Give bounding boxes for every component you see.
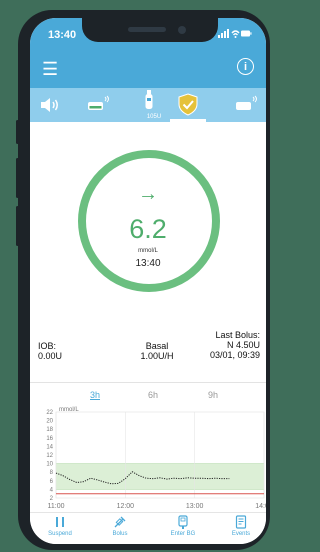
glucose-value: 6.2 (129, 214, 167, 244)
active-tab-indicator (170, 119, 206, 122)
iob-label: IOB: (38, 341, 57, 351)
y-tick-label: 8 (50, 470, 54, 476)
basal-block: Basal 1.00U/H (122, 341, 192, 361)
menu-icon[interactable]: ☰ (42, 60, 58, 78)
iob-value: 0.00U (38, 351, 63, 361)
tab-6h[interactable]: 6h (148, 390, 158, 400)
y-tick-label: 10 (46, 462, 53, 468)
y-tick-label: 14 (46, 444, 53, 450)
y-tick-label: 2 (50, 496, 54, 502)
reservoir-label: 105U (146, 114, 162, 120)
target-range-band (56, 463, 264, 490)
device-status-bar: 105U (30, 88, 266, 122)
basal-value: 1.00U/H (140, 351, 174, 361)
blood-meter-icon (163, 515, 203, 531)
glucose-chart: 11:00 12:00 13:00 14:00 2 4 6 8 10 12 14 16 18 20 22 mm… (46, 407, 266, 510)
y-axis-unit: mmol/L (59, 407, 79, 413)
last-bolus-amount: N 4.50U (226, 340, 260, 350)
events-button[interactable]: Events (221, 515, 261, 537)
x-tick-label: 14:00 (255, 503, 266, 510)
basal-label: Basal (145, 341, 169, 351)
y-tick-label: 12 (46, 453, 53, 459)
volume-icon[interactable] (40, 97, 60, 131)
glucose-unit: mmol/L (138, 248, 158, 254)
x-tick-label: 12:00 (117, 503, 135, 510)
y-tick-label: 22 (46, 410, 53, 416)
last-bolus-block: Last Bolus: N 4.50U 03/01, 09:39 (210, 330, 260, 360)
enter-bg-button[interactable]: Enter BG (163, 515, 203, 537)
events-icon (221, 515, 261, 531)
notch (82, 18, 218, 42)
syringe-icon (100, 515, 140, 531)
suspend-label: Suspend (48, 531, 72, 537)
insulin-reservoir-icon[interactable]: 105U (144, 90, 161, 124)
iob-block: IOB: 0.00U (38, 341, 62, 361)
pump-battery-icon[interactable] (87, 95, 111, 129)
tab-3h[interactable]: 3h (90, 390, 100, 400)
bolus-label: Bolus (112, 531, 128, 537)
divider (30, 382, 266, 383)
y-tick-label: 6 (50, 479, 54, 485)
tab-9h[interactable]: 9h (208, 390, 218, 400)
bottom-toolbar: Suspend Bolus Enter BG Events (30, 512, 266, 544)
events-label: Events (231, 531, 251, 537)
status-icons (218, 29, 252, 42)
y-tick-label: 20 (46, 419, 53, 425)
trend-arrow-icon: → (138, 183, 158, 205)
cgm-sensor-icon[interactable] (235, 95, 261, 129)
bolus-button[interactable]: Bolus (100, 515, 140, 537)
suspend-button[interactable]: Suspend (40, 515, 80, 537)
x-tick-label: 11:00 (48, 503, 65, 510)
status-time: 13:40 (48, 29, 77, 41)
last-bolus-label: Last Bolus: (215, 330, 260, 340)
y-tick-label: 18 (46, 427, 53, 433)
y-tick-label: 16 (46, 436, 53, 442)
app-screen: 13:40 ☰ i 105U → 6.2 mmol/L 13:40 IOB: 0… (30, 18, 266, 544)
x-tick-label: 13:00 (186, 503, 204, 510)
glucose-time: 13:40 (135, 258, 161, 269)
info-icon[interactable]: i (237, 58, 254, 75)
last-bolus-time: 03/01, 09:39 (209, 350, 260, 360)
enter-bg-label: Enter BG (170, 531, 196, 537)
pause-icon (40, 515, 80, 531)
y-tick-label: 4 (50, 487, 54, 493)
